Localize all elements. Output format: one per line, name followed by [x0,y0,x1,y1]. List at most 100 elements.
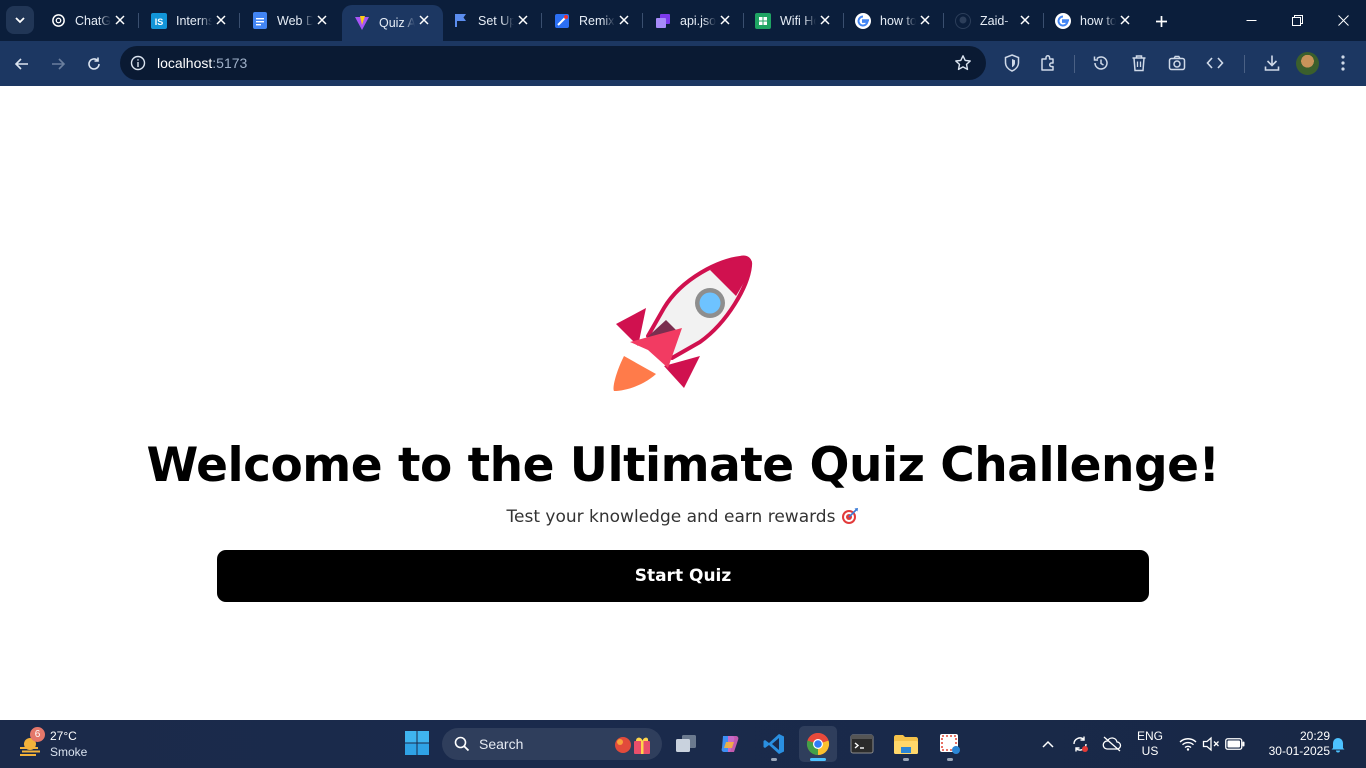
taskbar-chrome[interactable] [799,726,837,762]
taskbar-copilot[interactable] [711,726,749,762]
chevron-up-icon [1042,740,1054,748]
minimize-icon [1246,20,1256,21]
camera-icon [1168,55,1186,71]
downloads-button[interactable] [1262,53,1282,73]
toolbar-separator [1074,55,1075,73]
extensions-button[interactable] [1038,53,1058,73]
flag-icon [453,13,469,29]
close-tab-icon[interactable] [113,13,127,27]
minimize-button[interactable] [1228,0,1274,41]
restore-button[interactable] [1274,0,1320,41]
url-host: localhost [157,55,213,71]
close-tab-icon[interactable] [818,13,832,27]
close-tab-icon[interactable] [214,13,228,27]
tab-github[interactable]: Zaid- [943,0,1044,41]
tab-chatgpt[interactable]: ChatGPT [38,0,139,41]
tab-api-json[interactable]: api.json [643,0,744,41]
tray-onedrive[interactable] [1102,734,1122,754]
taskbar-terminal[interactable] [843,726,881,762]
chevron-down-icon [15,17,25,24]
google-icon [855,12,871,29]
tray-battery[interactable] [1225,734,1245,754]
puzzle-icon [1041,54,1054,71]
plus-icon [1155,15,1167,27]
tab-title: how to [1080,13,1116,28]
url-text[interactable]: localhost:5173 [157,55,247,71]
region-code: US [1141,744,1159,758]
running-indicator [771,758,777,761]
forward-button[interactable] [44,50,72,78]
battery-icon [1225,738,1245,750]
vite-icon [354,15,370,31]
close-window-button[interactable] [1320,0,1366,41]
url-port: :5173 [212,55,248,71]
profile-avatar[interactable] [1296,52,1319,75]
tab-wifi-hotspot[interactable]: Wifi Hotspot [743,0,844,41]
tab-quiz-app[interactable]: Quiz App [342,5,443,41]
shield-icon [1004,54,1020,72]
star-icon[interactable] [954,54,972,72]
tab-search-button[interactable] [6,6,34,34]
taskbar-snipping-tool[interactable] [931,726,969,762]
page-content: Welcome to the Ultimate Quiz Challenge! … [0,86,1366,720]
info-icon[interactable] [130,55,146,71]
close-tab-icon[interactable] [1018,13,1032,27]
taskbar-vscode[interactable] [755,726,793,762]
tray-wifi[interactable] [1178,734,1198,754]
devtools-button[interactable] [1205,53,1225,73]
close-tab-icon[interactable] [516,13,530,27]
new-tab-button[interactable] [1150,10,1172,32]
reload-button[interactable] [80,50,108,78]
toolbar-separator [1244,55,1245,73]
tab-title: Set Up [478,13,514,28]
address-bar[interactable]: localhost:5173 [120,46,986,80]
language-indicator[interactable]: ENG US [1136,729,1164,759]
running-indicator [903,758,909,761]
weather-widget[interactable]: 6 27°C Smoke [14,726,114,762]
browser-toolbar: localhost:5173 [0,41,1366,86]
tab-internshala[interactable]: IS Internshala [139,0,240,41]
taskbar-task-view[interactable] [667,726,705,762]
screenshot-button[interactable] [1167,53,1187,73]
search-label: Search [479,736,524,752]
menu-button[interactable] [1333,53,1353,73]
tab-web-dev[interactable]: Web Dev [240,0,341,41]
tab-title: Remix [579,13,615,28]
tab-title: ChatGPT [75,13,111,28]
api-icon [655,13,671,29]
show-hidden-icons[interactable] [1038,734,1058,754]
back-button[interactable] [8,50,36,78]
close-tab-icon[interactable] [1118,13,1132,27]
close-tab-icon[interactable] [617,13,631,27]
wifi-icon [1179,738,1197,751]
windows-start-icon[interactable] [404,730,430,756]
running-indicator [947,758,953,761]
clock-date: 30-01-2025 [1268,744,1330,758]
notifications-button[interactable] [1328,734,1348,754]
start-quiz-button[interactable]: Start Quiz [217,550,1149,602]
history-button[interactable] [1091,53,1111,73]
tab-remix[interactable]: Remix [542,0,643,41]
windows-taskbar: 6 27°C Smoke Search ENG US 20:29 30-01-2… [0,720,1366,768]
tray-volume[interactable] [1201,734,1221,754]
close-tab-icon[interactable] [918,13,932,27]
rocket-icon [613,255,753,391]
tab-how-to-2[interactable]: how to [1043,0,1144,41]
close-tab-icon[interactable] [315,13,329,27]
taskbar-file-explorer[interactable] [887,726,925,762]
system-clock[interactable]: 20:29 30-01-2025 [1254,729,1330,759]
tab-set-up[interactable]: Set Up [441,0,542,41]
close-tab-icon[interactable] [718,13,732,27]
taskbar-search[interactable]: Search [442,728,662,760]
sheets-icon [755,12,771,29]
tab-how-to-1[interactable]: how to [843,0,944,41]
close-tab-icon[interactable] [417,13,431,27]
delete-button[interactable] [1129,53,1149,73]
close-icon [1337,15,1349,26]
weather-temp: 27°C [50,729,77,743]
tab-title: Web Dev [277,13,313,28]
search-icon [454,736,470,752]
shield-extension-button[interactable] [1002,53,1022,73]
tray-sync[interactable] [1070,734,1090,754]
internshala-icon: IS [151,12,167,29]
